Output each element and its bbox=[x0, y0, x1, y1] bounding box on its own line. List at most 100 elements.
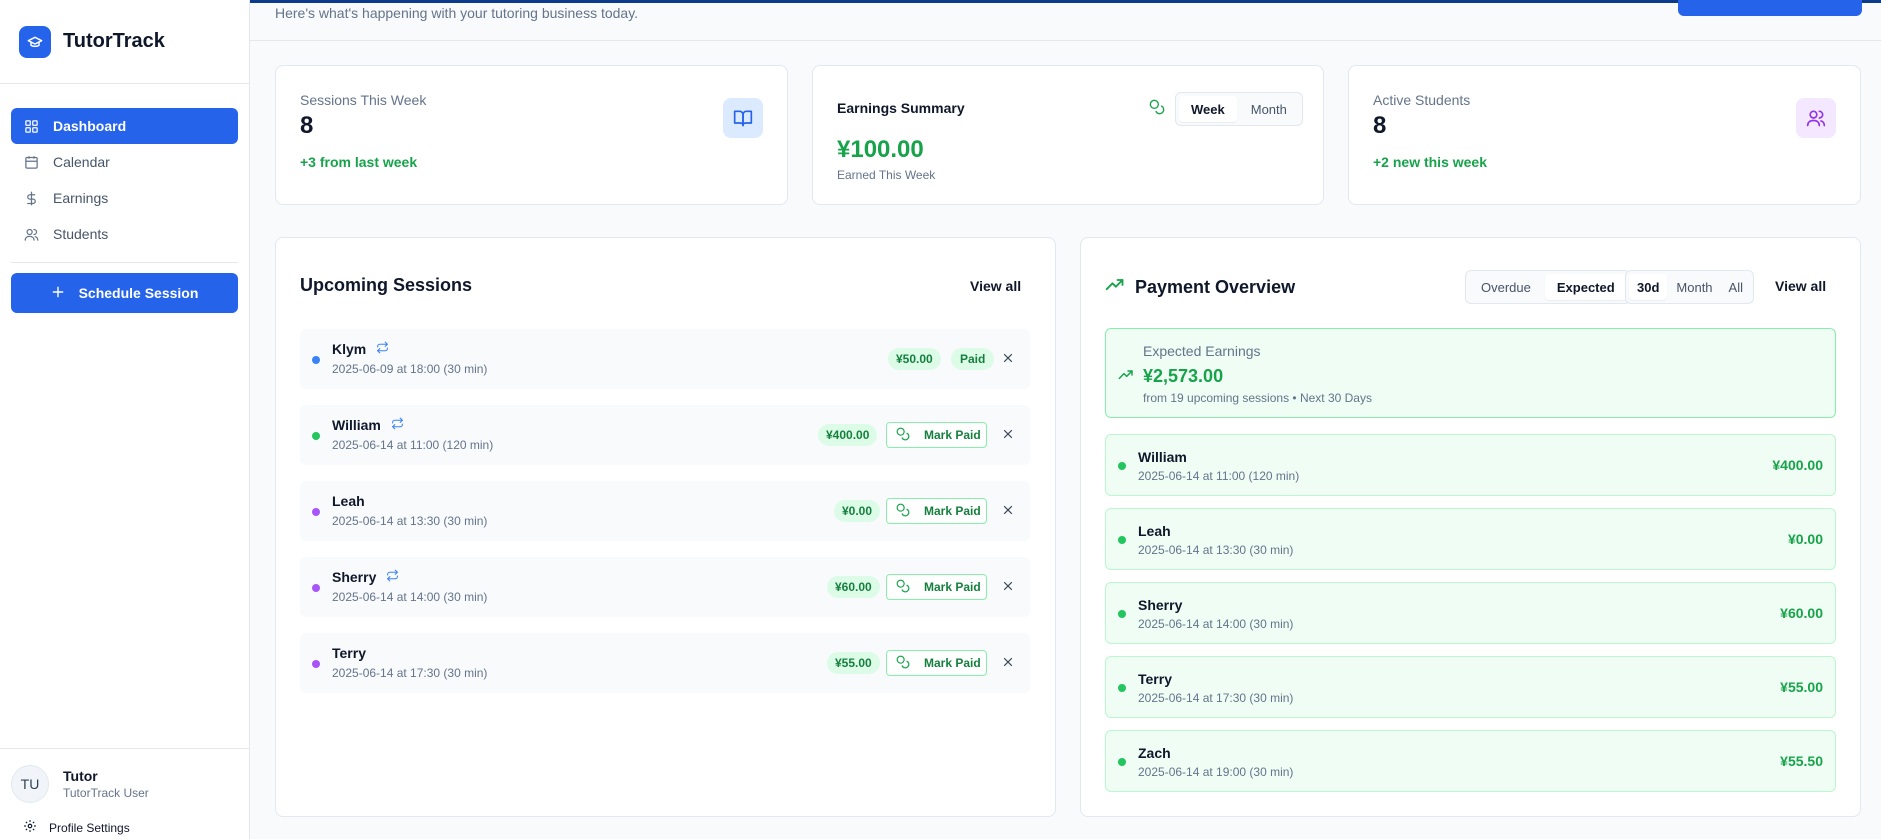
expected-earnings-summary: Expected Earnings ¥2,573.00 from 19 upco… bbox=[1105, 328, 1836, 418]
header-divider bbox=[250, 40, 1881, 41]
student-name: Leah bbox=[1138, 523, 1171, 539]
close-icon[interactable] bbox=[1000, 350, 1016, 366]
status-dot bbox=[1118, 758, 1126, 766]
sidebar-item-dashboard[interactable]: Dashboard bbox=[11, 108, 238, 144]
sidebar-nav: Dashboard Calendar Earnings Students Sch… bbox=[0, 84, 249, 313]
user-profile[interactable]: TU Tutor TutorTrack User bbox=[11, 765, 250, 803]
summary-caption: from 19 upcoming sessions • Next 30 Days bbox=[1143, 391, 1372, 405]
app-name: TutorTrack bbox=[63, 30, 165, 52]
sidebar-item-label: Dashboard bbox=[53, 118, 127, 134]
coins-icon bbox=[896, 427, 910, 444]
tab-all[interactable]: All bbox=[1722, 274, 1750, 300]
mark-paid-label: Mark Paid bbox=[924, 504, 981, 518]
tab-month[interactable]: Month bbox=[1669, 274, 1719, 300]
list-item[interactable]: William 2025-06-14 at 11:00 (120 min) ¥4… bbox=[1105, 434, 1836, 496]
session-name-row: William bbox=[332, 417, 404, 433]
list-item[interactable]: Sherry 2025-06-14 at 14:00 (30 min) ¥60.… bbox=[300, 557, 1030, 617]
mark-paid-label: Mark Paid bbox=[924, 428, 981, 442]
divider bbox=[11, 262, 238, 263]
payment-overview-panel: Payment Overview Overdue Expected 30d Mo… bbox=[1080, 237, 1861, 817]
status-dot bbox=[312, 356, 320, 364]
book-open-icon bbox=[723, 98, 763, 138]
payment-amount: ¥55.50 bbox=[1780, 753, 1823, 769]
schedule-session-button[interactable]: Schedule Session bbox=[11, 273, 238, 313]
coins-icon bbox=[896, 579, 910, 596]
coins-icon bbox=[896, 503, 910, 520]
stat-label: Sessions This Week bbox=[300, 92, 427, 108]
stat-value: 8 bbox=[300, 112, 314, 139]
users-icon bbox=[23, 226, 39, 242]
session-name-row: Leah bbox=[332, 493, 365, 509]
student-name: Sherry bbox=[332, 569, 377, 585]
schedule-session-label: Schedule Session bbox=[78, 285, 199, 301]
close-icon[interactable] bbox=[1000, 426, 1016, 442]
list-item[interactable]: William 2025-06-14 at 11:00 (120 min) ¥4… bbox=[300, 405, 1030, 465]
student-name: Terry bbox=[1138, 671, 1172, 687]
session-name-row: Klym bbox=[332, 341, 389, 357]
session-meta: 2025-06-14 at 17:30 (30 min) bbox=[332, 666, 488, 680]
header-action-button[interactable] bbox=[1678, 0, 1862, 16]
status-dot bbox=[1118, 462, 1126, 470]
repeat-icon bbox=[386, 569, 399, 585]
status-dot bbox=[312, 508, 320, 516]
sidebar-item-label: Students bbox=[53, 226, 109, 242]
calendar-icon bbox=[23, 154, 39, 170]
list-item[interactable]: Sherry 2025-06-14 at 14:00 (30 min) ¥60.… bbox=[1105, 582, 1836, 644]
tab-month[interactable]: Month bbox=[1239, 96, 1299, 122]
status-dot bbox=[1118, 684, 1126, 692]
amount-badge: ¥60.00 bbox=[827, 576, 880, 598]
status-dot bbox=[1118, 610, 1126, 618]
sidebar-item-students[interactable]: Students bbox=[11, 216, 238, 252]
mark-paid-button[interactable]: Mark Paid bbox=[886, 498, 987, 524]
session-meta: 2025-06-14 at 14:00 (30 min) bbox=[1138, 617, 1294, 631]
panel-title: Payment Overview bbox=[1135, 277, 1296, 297]
list-item[interactable]: Leah 2025-06-14 at 13:30 (30 min) ¥0.00 … bbox=[300, 481, 1030, 541]
earnings-summary-title: Earnings Summary bbox=[837, 100, 965, 116]
session-meta: 2025-06-14 at 14:00 (30 min) bbox=[332, 590, 488, 604]
view-all-payments-link[interactable]: View all bbox=[1775, 278, 1826, 294]
mark-paid-button[interactable]: Mark Paid bbox=[886, 574, 987, 600]
mark-paid-label: Mark Paid bbox=[924, 656, 981, 670]
session-meta: 2025-06-14 at 17:30 (30 min) bbox=[1138, 691, 1294, 705]
sidebar: TutorTrack Dashboard Calendar Earnings S… bbox=[0, 0, 250, 839]
sidebar-item-earnings[interactable]: Earnings bbox=[11, 180, 238, 216]
payment-amount: ¥55.00 bbox=[1780, 679, 1823, 695]
mark-paid-button[interactable]: Mark Paid bbox=[886, 650, 987, 676]
trending-up-icon bbox=[1105, 275, 1125, 300]
tab-30d[interactable]: 30d bbox=[1629, 274, 1668, 300]
earnings-summary-card: Earnings Summary Week Month ¥100.00 Earn… bbox=[812, 65, 1324, 205]
close-icon[interactable] bbox=[1000, 654, 1016, 670]
status-badge: Paid bbox=[951, 348, 995, 370]
stat-trend: +3 from last week bbox=[300, 154, 418, 170]
stat-trend: +2 new this week bbox=[1373, 154, 1487, 170]
earnings-caption: Earned This Week bbox=[837, 168, 936, 182]
amount-badge: ¥55.00 bbox=[827, 652, 880, 674]
list-item[interactable]: Terry 2025-06-14 at 17:30 (30 min) ¥55.0… bbox=[1105, 656, 1836, 718]
session-name-row: Sherry bbox=[332, 569, 399, 585]
list-item[interactable]: Leah 2025-06-14 at 13:30 (30 min) ¥0.00 bbox=[1105, 508, 1836, 570]
coins-icon bbox=[1149, 99, 1165, 120]
payment-amount: ¥400.00 bbox=[1772, 457, 1823, 473]
upcoming-sessions-panel: Upcoming Sessions View all Klym 2025-06-… bbox=[275, 237, 1056, 817]
view-all-sessions-link[interactable]: View all bbox=[970, 278, 1021, 294]
list-item[interactable]: Zach 2025-06-14 at 19:00 (30 min) ¥55.50 bbox=[1105, 730, 1836, 792]
profile-settings-link[interactable]: Profile Settings bbox=[11, 819, 250, 836]
sidebar-item-calendar[interactable]: Calendar bbox=[11, 144, 238, 180]
tab-week[interactable]: Week bbox=[1179, 96, 1237, 122]
amount-badge: ¥400.00 bbox=[818, 424, 878, 446]
mark-paid-button[interactable]: Mark Paid bbox=[886, 422, 987, 448]
active-students-card: Active Students 8 +2 new this week bbox=[1348, 65, 1861, 205]
list-item[interactable]: Klym 2025-06-09 at 18:00 (30 min) ¥50.00… bbox=[300, 329, 1030, 389]
repeat-icon bbox=[391, 417, 404, 433]
brand[interactable]: TutorTrack bbox=[0, 0, 249, 84]
status-dot bbox=[1118, 536, 1126, 544]
tab-expected[interactable]: Expected bbox=[1544, 274, 1627, 300]
student-name: William bbox=[1138, 449, 1187, 465]
stat-label: Active Students bbox=[1373, 92, 1471, 108]
close-icon[interactable] bbox=[1000, 502, 1016, 518]
student-name: Terry bbox=[332, 645, 366, 661]
tab-overdue[interactable]: Overdue bbox=[1469, 274, 1543, 300]
amount-badge: ¥50.00 bbox=[888, 348, 941, 370]
list-item[interactable]: Terry 2025-06-14 at 17:30 (30 min) ¥55.0… bbox=[300, 633, 1030, 693]
close-icon[interactable] bbox=[1000, 578, 1016, 594]
